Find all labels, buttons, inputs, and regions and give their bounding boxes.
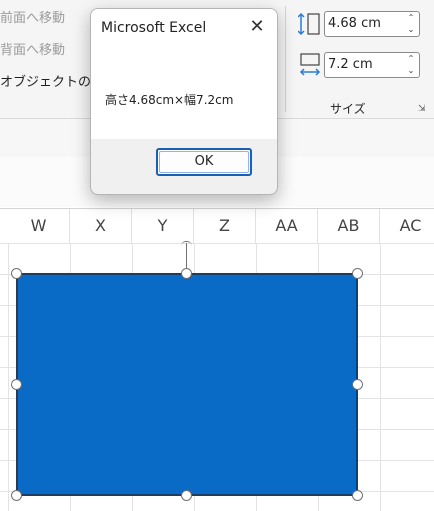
shape-width-value: 7.2 cm xyxy=(328,57,373,72)
resize-handle-bottom[interactable] xyxy=(181,490,192,501)
shape-width-row: 7.2 cm ⌃ ⌄ xyxy=(298,52,424,78)
message-box-dialog: Microsoft Excel ✕ 高さ4.68cm×幅7.2cm OK xyxy=(90,8,278,195)
rotation-handle[interactable] xyxy=(186,243,187,271)
column-header-aa[interactable]: AA xyxy=(256,209,318,243)
shape-height-row: 4.68 cm ⌃ ⌄ xyxy=(297,11,424,37)
shape-height-spinner[interactable]: ⌃ ⌄ xyxy=(403,12,419,36)
column-header-y[interactable]: Y xyxy=(132,209,194,243)
dialog-titlebar: Microsoft Excel ✕ xyxy=(91,9,277,47)
size-dialog-launcher-icon[interactable]: ⇲ xyxy=(418,104,428,114)
column-header-x[interactable]: X xyxy=(70,209,132,243)
shape-width-input[interactable]: 7.2 cm ⌃ ⌄ xyxy=(324,52,420,78)
ribbon-separator xyxy=(285,6,286,112)
resize-handle-top-left[interactable] xyxy=(11,268,22,279)
rectangle-shape[interactable] xyxy=(16,273,358,496)
selection-pane-button[interactable]: オブジェクトの選 xyxy=(0,71,104,90)
shape-width-spinner[interactable]: ⌃ ⌄ xyxy=(403,53,419,77)
resize-handle-bottom-left[interactable] xyxy=(11,490,22,501)
bring-forward-button[interactable]: 前面へ移動 xyxy=(0,7,65,26)
column-headers: W X Y Z AA AB AC xyxy=(0,208,434,244)
ok-button-label: OK xyxy=(194,154,214,169)
shape-height-input[interactable]: 4.68 cm ⌃ ⌄ xyxy=(324,11,420,37)
resize-handle-left[interactable] xyxy=(11,379,22,390)
close-icon[interactable]: ✕ xyxy=(247,17,267,37)
dialog-message: 高さ4.68cm×幅7.2cm xyxy=(105,93,234,107)
column-header-ac[interactable]: AC xyxy=(380,209,434,243)
column-header-z[interactable]: Z xyxy=(194,209,256,243)
resize-handle-bottom-right[interactable] xyxy=(352,490,363,501)
shape-height-value: 4.68 cm xyxy=(328,16,381,31)
resize-handle-top-right[interactable] xyxy=(352,268,363,279)
dialog-title: Microsoft Excel xyxy=(101,20,207,36)
height-icon xyxy=(297,11,322,37)
resize-handle-top[interactable] xyxy=(181,268,192,279)
send-backward-button[interactable]: 背面へ移動 xyxy=(0,39,65,58)
size-group-label: サイズ xyxy=(330,102,366,116)
column-header-ab[interactable]: AB xyxy=(318,209,380,243)
resize-handle-right[interactable] xyxy=(352,379,363,390)
ok-button[interactable]: OK xyxy=(156,148,252,176)
column-header-w[interactable]: W xyxy=(8,209,70,243)
dialog-body: 高さ4.68cm×幅7.2cm xyxy=(91,47,277,139)
width-icon xyxy=(298,52,322,78)
